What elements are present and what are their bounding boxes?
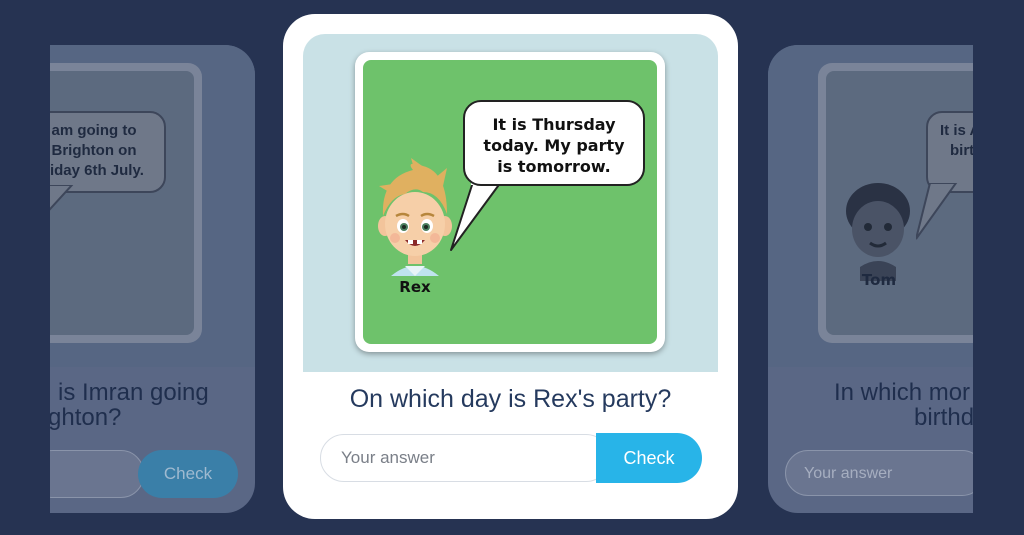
speech-bubble-tail-icon — [916, 183, 958, 240]
character-name: Rex — [399, 278, 431, 296]
speech-bubble: It is Thursday today. My party is tomorr… — [463, 100, 645, 186]
speech-line: Brighton on — [51, 142, 137, 159]
next-card-speech-bubble: It is A birt — [926, 111, 973, 193]
previous-question-card: am going to Brighton on riday 6th July. … — [50, 45, 255, 513]
previous-card-question: is Imran going ghton? — [50, 380, 255, 430]
question-line: ghton? — [50, 404, 122, 431]
answer-input[interactable] — [320, 434, 610, 482]
next-card-answer-input: Your answer — [785, 450, 973, 496]
speech-line: birt — [950, 142, 973, 159]
speech-line: It is Thursday — [492, 115, 616, 134]
next-question-card: It is A birt Tom In which mor birt — [768, 45, 973, 513]
previous-card-answer-input — [50, 450, 144, 498]
speech-line: am going to — [51, 122, 137, 139]
question-text: On which day is Rex's party? — [349, 385, 672, 413]
next-card-question: In which mor birthd — [834, 380, 973, 430]
question-line: birthd — [914, 404, 973, 431]
previous-card-speech-bubble: am going to Brighton on riday 6th July. — [50, 111, 166, 193]
question-image-area: It is Thursday today. My party is tomorr… — [303, 34, 718, 372]
speech-line: riday 6th July. — [50, 162, 144, 179]
character-name: Tom — [861, 271, 897, 289]
previous-card-picture-frame: am going to Brighton on riday 6th July. — [50, 63, 202, 343]
check-button[interactable]: Check — [596, 433, 702, 483]
previous-card-scene: am going to Brighton on riday 6th July. — [50, 71, 194, 335]
question-line: In which mor — [834, 379, 971, 406]
question-card: It is Thursday today. My party is tomorr… — [283, 14, 738, 519]
tom-character-icon — [846, 183, 910, 281]
next-card-image-area: It is A birt Tom — [768, 45, 973, 367]
rex-character-icon — [378, 158, 452, 276]
question-line: is Imran going — [58, 379, 209, 406]
next-card-picture-frame: It is A birt Tom — [818, 63, 973, 343]
scene: It is Thursday today. My party is tomorr… — [363, 60, 657, 344]
next-card-scene: It is A birt Tom — [826, 71, 973, 335]
speech-line: today. My party — [483, 136, 625, 155]
speech-bubble-tail-icon — [50, 185, 74, 211]
previous-card-check-button: Check — [138, 450, 238, 498]
speech-line: It is A — [940, 122, 973, 139]
picture-frame: It is Thursday today. My party is tomorr… — [355, 52, 665, 352]
previous-card-image-area: am going to Brighton on riday 6th July. — [50, 45, 255, 367]
page-edge — [973, 0, 1024, 535]
speech-line: is tomorrow. — [497, 157, 611, 176]
